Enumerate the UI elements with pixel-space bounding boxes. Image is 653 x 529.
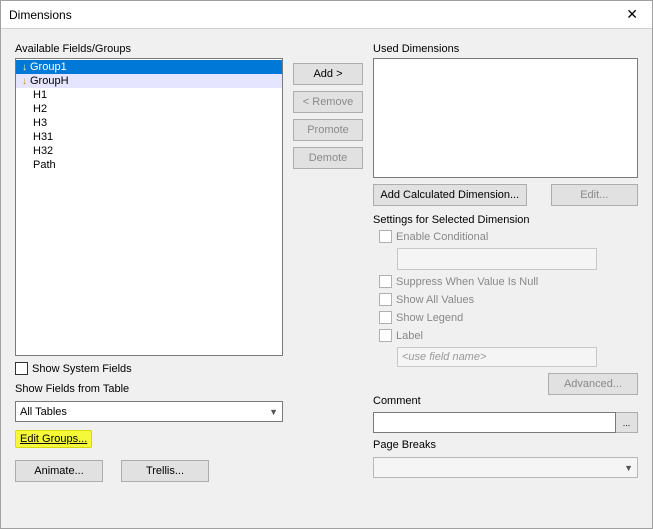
close-icon[interactable]: ✕ xyxy=(620,6,644,23)
show-legend-label: Show Legend xyxy=(396,312,463,324)
add-button[interactable]: Add > xyxy=(293,63,363,85)
checkbox-icon[interactable] xyxy=(379,329,392,342)
promote-button[interactable]: Promote xyxy=(293,119,363,141)
conditional-expression-input[interactable] xyxy=(397,248,597,270)
list-item-label: H32 xyxy=(33,145,53,157)
show-legend-row[interactable]: Show Legend xyxy=(379,311,638,324)
list-item[interactable]: H31 xyxy=(16,130,282,144)
chevron-down-icon: ▼ xyxy=(269,407,278,417)
available-fields-label: Available Fields/Groups xyxy=(15,43,283,55)
available-fields-list[interactable]: ↓Group1↓GroupHH1H2H3H31H32Path xyxy=(15,58,283,356)
list-item[interactable]: H2 xyxy=(16,102,282,116)
group-arrow-icon: ↓ xyxy=(22,62,27,73)
show-fields-from-table-label: Show Fields from Table xyxy=(15,383,283,395)
comment-label: Comment xyxy=(373,395,638,407)
label-field-input[interactable]: <use field name> xyxy=(397,347,597,367)
suppress-null-label: Suppress When Value Is Null xyxy=(396,276,538,288)
list-item[interactable]: ↓GroupH xyxy=(16,74,282,88)
checkbox-icon[interactable] xyxy=(15,362,28,375)
animate-button[interactable]: Animate... xyxy=(15,460,103,482)
checkbox-icon[interactable] xyxy=(379,230,392,243)
page-breaks-select[interactable]: ▼ xyxy=(373,457,638,478)
list-item[interactable]: H1 xyxy=(16,88,282,102)
list-item-label: H3 xyxy=(33,117,47,129)
page-breaks-label: Page Breaks xyxy=(373,439,638,451)
edit-groups-highlight: Edit Groups... xyxy=(15,422,283,448)
edit-groups-button[interactable]: Edit Groups... xyxy=(15,430,92,448)
window-title: Dimensions xyxy=(9,8,620,22)
list-item-label: H31 xyxy=(33,131,53,143)
list-item-label: Group1 xyxy=(30,61,67,73)
edit-button[interactable]: Edit... xyxy=(551,184,638,206)
settings-label: Settings for Selected Dimension xyxy=(373,214,638,226)
list-item-label: H2 xyxy=(33,103,47,115)
checkbox-icon[interactable] xyxy=(379,311,392,324)
chevron-down-icon: ▼ xyxy=(624,463,633,473)
list-item[interactable]: H3 xyxy=(16,116,282,130)
enable-conditional-row[interactable]: Enable Conditional xyxy=(379,230,638,243)
show-system-fields-label: Show System Fields xyxy=(32,363,132,375)
list-item[interactable]: H32 xyxy=(16,144,282,158)
list-item-label: H1 xyxy=(33,89,47,101)
checkbox-icon[interactable] xyxy=(379,293,392,306)
show-all-values-label: Show All Values xyxy=(396,294,474,306)
list-item[interactable]: ↓Group1 xyxy=(16,60,282,74)
comment-expand-button[interactable]: ... xyxy=(616,412,638,433)
enable-conditional-label: Enable Conditional xyxy=(396,231,488,243)
remove-button[interactable]: < Remove xyxy=(293,91,363,113)
comment-input[interactable] xyxy=(373,412,616,433)
list-item-label: Path xyxy=(33,159,56,171)
demote-button[interactable]: Demote xyxy=(293,147,363,169)
used-dimensions-list[interactable] xyxy=(373,58,638,178)
checkbox-icon[interactable] xyxy=(379,275,392,288)
titlebar: Dimensions ✕ xyxy=(1,1,652,29)
table-select-value: All Tables xyxy=(20,406,67,418)
show-system-fields-row[interactable]: Show System Fields xyxy=(15,362,283,375)
list-item-label: GroupH xyxy=(30,75,69,87)
label-row[interactable]: Label xyxy=(379,329,638,342)
label-placeholder: <use field name> xyxy=(402,351,486,363)
dimensions-dialog: Dimensions ✕ Available Fields/Groups ↓Gr… xyxy=(0,0,653,529)
label-checkbox-label: Label xyxy=(396,330,423,342)
add-calculated-dimension-button[interactable]: Add Calculated Dimension... xyxy=(373,184,527,206)
list-item[interactable]: Path xyxy=(16,158,282,172)
trellis-button[interactable]: Trellis... xyxy=(121,460,209,482)
advanced-button[interactable]: Advanced... xyxy=(548,373,638,395)
group-arrow-icon: ↓ xyxy=(22,76,27,87)
show-all-values-row[interactable]: Show All Values xyxy=(379,293,638,306)
suppress-null-row[interactable]: Suppress When Value Is Null xyxy=(379,275,638,288)
used-dimensions-label: Used Dimensions xyxy=(373,43,638,55)
table-select[interactable]: All Tables ▼ xyxy=(15,401,283,422)
